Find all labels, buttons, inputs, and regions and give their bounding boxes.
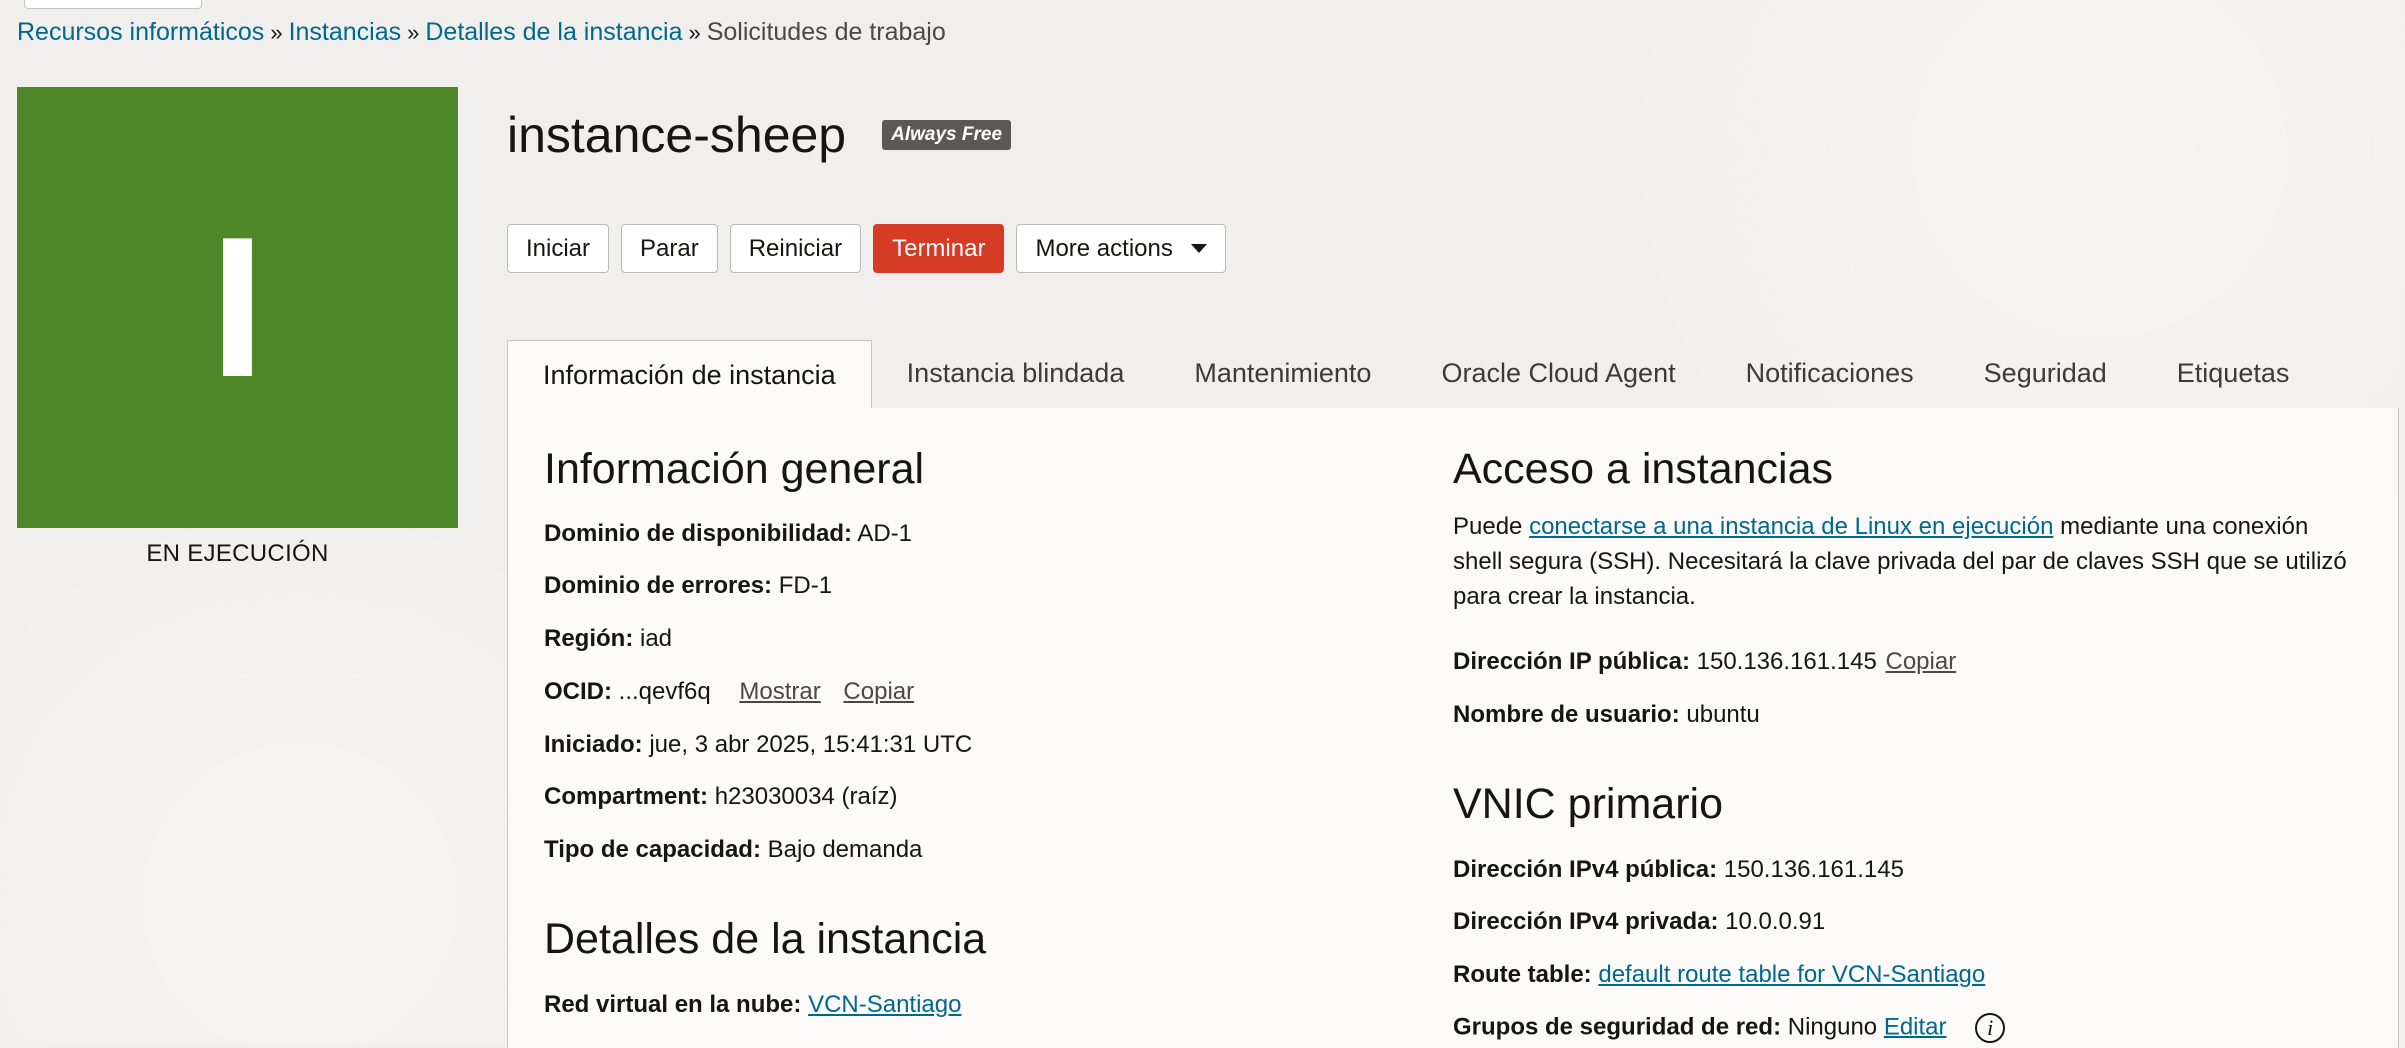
top-dropdown-edge	[24, 0, 202, 9]
availability-domain-row: Dominio de disponibilidad: AD-1	[544, 520, 912, 548]
general-info-heading: Información general	[544, 445, 925, 493]
instance-avatar: I	[17, 87, 458, 528]
chevron-down-icon	[1190, 244, 1207, 253]
tab-tags[interactable]: Etiquetas	[2142, 340, 2325, 407]
nsg-row: Grupos de seguridad de red: Ninguno Edit…	[1453, 1013, 2006, 1043]
terminate-button[interactable]: Terminar	[873, 224, 1005, 273]
username-row: Nombre de usuario: ubuntu	[1453, 701, 1760, 729]
nsg-edit-link[interactable]: Editar	[1884, 1013, 1947, 1040]
ocid-show-link[interactable]: Mostrar	[739, 678, 820, 705]
instance-status: EN EJECUCIÓN	[146, 540, 329, 567]
private-ipv4-value: 10.0.0.91	[1725, 908, 1826, 935]
capacity-type-row: Tipo de capacidad: Bajo demanda	[544, 836, 922, 864]
username-value: ubuntu	[1686, 701, 1760, 728]
username-label: Nombre de usuario:	[1453, 701, 1680, 728]
ocid-copy-link[interactable]: Copiar	[843, 678, 914, 705]
public-ip-copy-link[interactable]: Copiar	[1885, 648, 1956, 675]
region-label: Región:	[544, 625, 634, 652]
tab-panel: Información general Dominio de disponibi…	[507, 408, 2399, 1048]
private-ipv4-label: Dirección IPv4 privada:	[1453, 908, 1719, 935]
public-ipv4-value: 150.136.161.145	[1723, 856, 1904, 883]
breadcrumb-compute[interactable]: Recursos informáticos	[17, 18, 264, 46]
nsg-value: Ninguno	[1787, 1013, 1878, 1041]
info-icon[interactable]: i	[1975, 1013, 2006, 1043]
vcn-label: Red virtual en la nube:	[544, 991, 802, 1018]
tab-security[interactable]: Seguridad	[1949, 340, 2142, 407]
breadcrumb-current: Solicitudes de trabajo	[706, 18, 946, 46]
more-actions-label: More actions	[1035, 234, 1173, 262]
instance-avatar-letter: I	[209, 195, 266, 419]
availability-domain-label: Dominio de disponibilidad:	[544, 520, 852, 547]
action-toolbar: Iniciar Parar Reiniciar Terminar More ac…	[507, 224, 1226, 273]
vcn-link[interactable]: VCN-Santiago	[808, 991, 961, 1018]
capacity-type-value: Bajo demanda	[767, 836, 923, 863]
start-button[interactable]: Iniciar	[507, 224, 610, 273]
ocid-label: OCID:	[544, 678, 612, 705]
breadcrumb: Recursos informáticos» Instancias» Detalle…	[17, 18, 946, 47]
more-actions-button[interactable]: More actions	[1016, 224, 1226, 273]
title-row: instance-sheep Always Free	[507, 107, 1012, 163]
stop-button[interactable]: Parar	[621, 224, 718, 273]
public-ipv4-row: Dirección IPv4 pública: 150.136.161.145	[1453, 856, 1904, 884]
tab-shielded-instance[interactable]: Instancia blindada	[872, 340, 1160, 407]
access-description: Puede conectarse a una instancia de Linu…	[1453, 509, 2353, 614]
primary-vnic-heading: VNIC primario	[1453, 780, 1723, 828]
breadcrumb-separator: »	[688, 20, 701, 45]
public-ip-value: 150.136.161.145	[1696, 648, 1877, 675]
public-ip-label: Dirección IP pública:	[1453, 648, 1690, 675]
breadcrumb-separator: »	[407, 20, 420, 45]
compartment-label: Compartment:	[544, 783, 709, 810]
connect-linux-instance-link[interactable]: conectarse a una instancia de Linux en e…	[1529, 513, 2053, 540]
nsg-label: Grupos de seguridad de red:	[1453, 1013, 1782, 1041]
fault-domain-value: FD-1	[778, 572, 833, 599]
fault-domain-row: Dominio de errores: FD-1	[544, 572, 832, 600]
fault-domain-label: Dominio de errores:	[544, 572, 773, 599]
public-ipv4-label: Dirección IPv4 pública:	[1453, 856, 1718, 883]
breadcrumb-instance-details[interactable]: Detalles de la instancia	[425, 18, 682, 46]
route-table-link[interactable]: default route table for VCN-Santiago	[1598, 961, 1985, 988]
reboot-button[interactable]: Reiniciar	[729, 224, 862, 273]
launched-row: Iniciado: jue, 3 abr 2025, 15:41:31 UTC	[544, 731, 972, 759]
tab-maintenance[interactable]: Mantenimiento	[1159, 340, 1406, 407]
compartment-row: Compartment: h23030034 (raíz)	[544, 783, 897, 811]
region-row: Región: iad	[544, 625, 672, 653]
page-title: instance-sheep	[507, 107, 847, 163]
availability-domain-value: AD-1	[857, 520, 913, 547]
tab-bar: Información de instancia Instancia blind…	[507, 340, 2397, 410]
access-text-prefix: Puede	[1453, 513, 1530, 540]
instance-access-heading: Acceso a instancias	[1453, 445, 1834, 493]
instance-details-heading: Detalles de la instancia	[544, 915, 987, 963]
vcn-row: Red virtual en la nube: VCN-Santiago	[544, 991, 961, 1019]
launched-value: jue, 3 abr 2025, 15:41:31 UTC	[649, 731, 973, 758]
tab-oracle-cloud-agent[interactable]: Oracle Cloud Agent	[1406, 340, 1710, 407]
always-free-badge: Always Free	[882, 120, 1012, 150]
route-table-row: Route table: default route table for VCN…	[1453, 961, 1985, 989]
breadcrumb-separator: »	[270, 20, 283, 45]
ocid-value: ...qevf6q	[618, 678, 711, 705]
public-ip-row: Dirección IP pública: 150.136.161.145 Co…	[1453, 648, 1956, 676]
capacity-type-label: Tipo de capacidad:	[544, 836, 761, 863]
compartment-value: h23030034 (raíz)	[714, 783, 898, 810]
tab-instance-information[interactable]: Información de instancia	[507, 340, 872, 410]
private-ipv4-row: Dirección IPv4 privada: 10.0.0.91	[1453, 908, 1825, 936]
breadcrumb-instances[interactable]: Instancias	[289, 18, 402, 46]
ocid-row: OCID: ...qevf6q Mostrar Copiar	[544, 678, 914, 706]
route-table-label: Route table:	[1453, 961, 1592, 988]
tab-notifications[interactable]: Notificaciones	[1711, 340, 1949, 407]
launched-label: Iniciado:	[544, 731, 643, 758]
region-value: iad	[640, 625, 673, 652]
